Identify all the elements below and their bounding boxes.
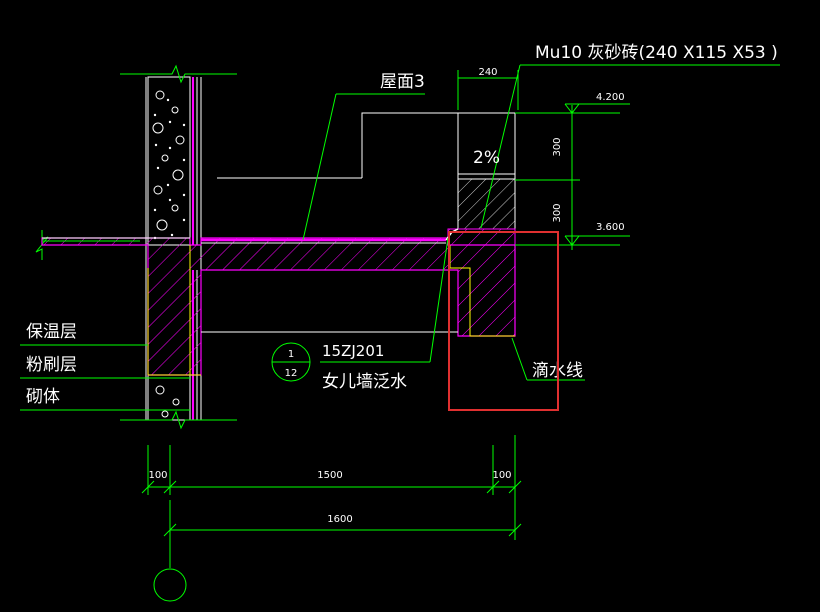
dim-left: 100 — [148, 470, 167, 481]
dim-right: 100 — [492, 470, 511, 481]
parapet — [445, 112, 516, 246]
dim-height-bottom: 300 — [552, 203, 563, 222]
dim-parapet-width: 240 — [478, 67, 497, 78]
masonry-label: 砌体 — [26, 387, 60, 407]
slope-label: 2% — [473, 148, 500, 168]
roof-slab — [41, 237, 516, 376]
reference-code: 15ZJ201 — [322, 342, 384, 360]
interior-lines — [201, 112, 458, 333]
insulation-label: 保温层 — [26, 322, 77, 342]
level-bottom: 3.600 — [596, 222, 625, 233]
dim-total: 1600 — [327, 514, 352, 525]
cad-drawing: 1 12 15ZJ201 女儿墙泛水 Mu10 灰砂砖(240 X115 X53… — [20, 43, 780, 602]
dim-height-top: 300 — [552, 137, 563, 156]
plaster-label: 粉刷层 — [26, 355, 77, 375]
detail-reference: 1 12 15ZJ201 女儿墙泛水 — [271, 342, 407, 392]
material-label: Mu10 灰砂砖(240 X115 X53 ) — [535, 43, 778, 63]
drawing-canvas: 1 12 15ZJ201 女儿墙泛水 Mu10 灰砂砖(240 X115 X53… — [0, 0, 820, 607]
sheet-number: 12 — [285, 368, 298, 379]
reference-name: 女儿墙泛水 — [322, 372, 407, 392]
dim-middle: 1500 — [317, 470, 342, 481]
detail-number: 1 — [288, 349, 294, 360]
level-top: 4.200 — [596, 92, 625, 103]
roof-label: 屋面3 — [380, 72, 425, 92]
